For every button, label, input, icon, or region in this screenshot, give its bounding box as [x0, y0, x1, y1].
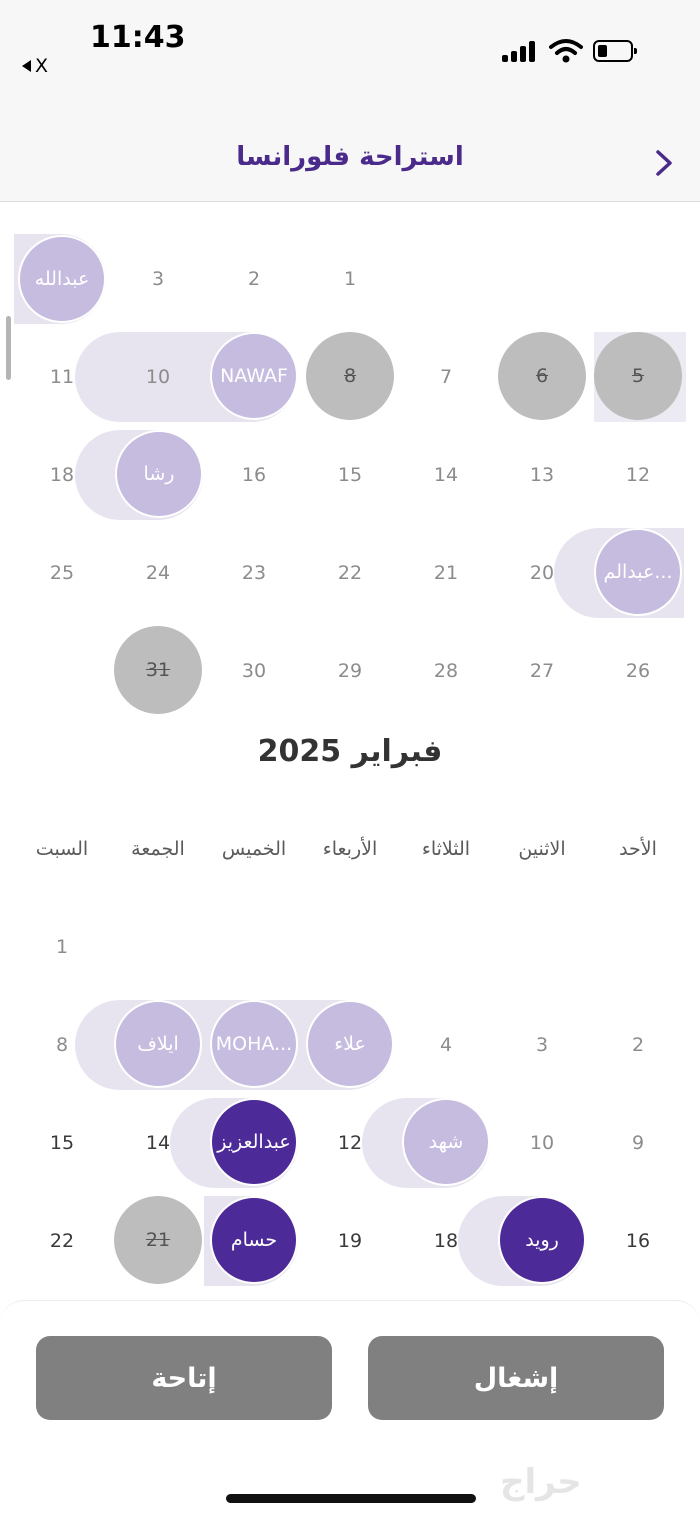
chevron-right-icon[interactable]	[652, 148, 676, 178]
booking-name: ايلاف	[137, 1033, 179, 1055]
weekday-label: الأربعاء	[322, 838, 378, 860]
booking-name: عبدالم...	[603, 561, 673, 583]
day-number[interactable]: 23	[224, 562, 284, 584]
day-number[interactable]: 4	[416, 1034, 476, 1056]
day-number[interactable]: 1	[320, 268, 380, 290]
booking-name: عبدالله	[34, 268, 90, 290]
day-number[interactable]: 30	[224, 660, 284, 682]
day-number[interactable]: 27	[512, 660, 572, 682]
booking-circle[interactable]: MOHA...	[210, 1000, 298, 1088]
blocked-day[interactable]: 6	[498, 332, 586, 420]
day-number[interactable]: 14	[128, 1132, 188, 1154]
booking-name: رويد	[525, 1229, 559, 1251]
day-number[interactable]: 16	[608, 1230, 668, 1252]
day-number[interactable]: 22	[32, 1230, 92, 1252]
day-number[interactable]: 3	[128, 268, 188, 290]
booking-circle[interactable]: عبدالم...	[594, 528, 682, 616]
weekday-label: الاثنين	[518, 838, 566, 860]
blocked-day[interactable]: 21	[114, 1196, 202, 1284]
blocked-day[interactable]: 5	[594, 332, 682, 420]
day-number[interactable]: 26	[608, 660, 668, 682]
scroll-indicator[interactable]	[6, 316, 11, 380]
day-number[interactable]: 20	[512, 562, 572, 584]
top-bar: 11:43 X استراحة فلورانسا	[0, 0, 700, 202]
cellular-signal-icon	[502, 40, 538, 62]
day-number[interactable]: 22	[320, 562, 380, 584]
booking-name: MOHA...	[215, 1033, 293, 1055]
booking-circle[interactable]: عبدالله	[18, 235, 106, 323]
blocked-day[interactable]: 8	[306, 332, 394, 420]
weekday-label: الأحد	[619, 838, 657, 860]
blocked-day-number: 31	[145, 659, 171, 681]
battery-icon	[593, 40, 637, 62]
weekday-label: السبت	[35, 838, 89, 860]
weekday-label: الجمعة	[131, 838, 185, 860]
blocked-day-number: 8	[343, 365, 357, 387]
day-number[interactable]: 18	[32, 464, 92, 486]
watermark-logo: حراج	[500, 1462, 582, 1502]
day-number[interactable]: 8	[32, 1034, 92, 1056]
booking-name: حسام	[230, 1229, 278, 1251]
day-number[interactable]: 25	[32, 562, 92, 584]
booking-circle[interactable]: عبدالعزيز	[210, 1098, 298, 1186]
release-button[interactable]: إتاحة	[36, 1336, 332, 1420]
day-number[interactable]: 10	[128, 366, 188, 388]
day-number[interactable]: 3	[512, 1034, 572, 1056]
day-number[interactable]: 2	[224, 268, 284, 290]
booking-circle[interactable]: علاء	[306, 1000, 394, 1088]
blocked-day-number: 6	[535, 365, 549, 387]
booking-name: شهد	[428, 1131, 464, 1153]
home-indicator[interactable]	[226, 1494, 476, 1503]
day-number[interactable]: 29	[320, 660, 380, 682]
day-number[interactable]: 11	[32, 366, 92, 388]
booking-name: رشا	[143, 463, 175, 485]
back-to-app-link[interactable]: X	[22, 55, 48, 77]
booking-name: NAWAF	[220, 365, 288, 387]
day-number[interactable]: 13	[512, 464, 572, 486]
blocked-day-number: 5	[631, 365, 645, 387]
day-number[interactable]: 1	[32, 936, 92, 958]
booking-circle[interactable]: NAWAF	[210, 332, 298, 420]
day-number[interactable]: 12	[608, 464, 668, 486]
day-number[interactable]: 9	[608, 1132, 668, 1154]
booking-name: عبدالعزيز	[217, 1131, 291, 1153]
page-title: استراحة فلورانسا	[236, 142, 464, 172]
day-number[interactable]: 12	[320, 1132, 380, 1154]
booking-circle[interactable]: حسام	[210, 1196, 298, 1284]
day-number[interactable]: 19	[320, 1230, 380, 1252]
day-number[interactable]: 21	[416, 562, 476, 584]
day-number[interactable]: 24	[128, 562, 188, 584]
occupy-button[interactable]: إشغال	[368, 1336, 664, 1420]
blocked-day[interactable]: 31	[114, 626, 202, 714]
booking-circle[interactable]: شهد	[402, 1098, 490, 1186]
day-number[interactable]: 7	[416, 366, 476, 388]
day-number[interactable]: 16	[224, 464, 284, 486]
day-number[interactable]: 28	[416, 660, 476, 682]
day-number[interactable]: 15	[32, 1132, 92, 1154]
blocked-day-number: 21	[145, 1229, 171, 1251]
day-number[interactable]: 10	[512, 1132, 572, 1154]
booking-circle[interactable]: ايلاف	[114, 1000, 202, 1088]
booking-circle[interactable]: رشا	[115, 430, 203, 518]
weekday-label: الخميس	[221, 838, 287, 860]
weekday-label: الثلاثاء	[421, 838, 471, 860]
back-triangle-icon	[22, 60, 31, 72]
day-number[interactable]: 15	[320, 464, 380, 486]
back-app-label: X	[35, 55, 49, 77]
month-title: فبراير 2025	[257, 734, 443, 769]
wifi-icon	[549, 39, 583, 63]
booking-circle[interactable]: رويد	[498, 1196, 586, 1284]
day-number[interactable]: 2	[608, 1034, 668, 1056]
day-number[interactable]: 18	[416, 1230, 476, 1252]
status-time: 11:43	[90, 20, 186, 55]
day-number[interactable]: 14	[416, 464, 476, 486]
booking-name: علاء	[334, 1033, 366, 1055]
